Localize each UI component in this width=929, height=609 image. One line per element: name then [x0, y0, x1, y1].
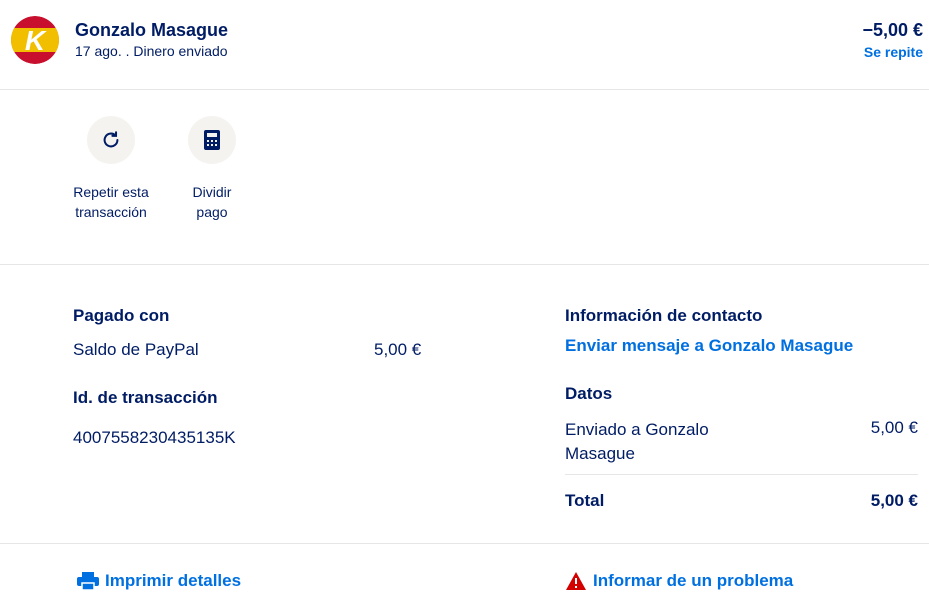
split-payment-button[interactable]: Dividir pago	[162, 116, 262, 222]
recurring-link[interactable]: Se repite	[864, 44, 923, 60]
paid-with-heading: Pagado con	[73, 306, 170, 325]
warning-icon	[565, 572, 587, 590]
report-problem-link[interactable]: Informar de un problema	[565, 571, 793, 591]
refresh-icon	[87, 116, 135, 164]
sent-to-label: Enviado a Gonzalo Masague	[565, 420, 709, 463]
print-details-link[interactable]: Imprimir detalles	[77, 571, 241, 591]
transaction-amount: −5,00 €	[862, 20, 923, 40]
divider	[565, 474, 918, 475]
sent-to-amount: 5,00 €	[870, 418, 918, 437]
transaction-date-type: 17 ago. . Dinero enviado	[75, 43, 228, 59]
split-payment-label: Dividir pago	[192, 184, 232, 220]
payment-method-amount: 5,00 €	[374, 340, 422, 359]
print-details-label: Imprimir detalles	[105, 571, 242, 590]
total-label: Total	[565, 491, 605, 510]
send-message-link[interactable]: Enviar mensaje a Gonzalo Masague	[565, 336, 853, 356]
transaction-header: K Gonzalo Masague 17 ago. . Dinero envia…	[0, 0, 929, 90]
avatar-letter: K	[25, 25, 47, 56]
recipient-name: Gonzalo Masague	[75, 20, 229, 40]
transaction-id-heading: Id. de transacción	[73, 388, 218, 407]
transaction-id-value: 4007558230435135K	[73, 428, 236, 447]
avatar: K	[11, 16, 59, 64]
report-problem-label: Informar de un problema	[593, 571, 794, 590]
contact-info-heading: Información de contacto	[565, 306, 763, 325]
transaction-details: Pagado con Saldo de PayPal 5,00 € Id. de…	[0, 266, 929, 544]
total-amount: 5,00 €	[870, 491, 918, 510]
printer-icon	[77, 572, 99, 590]
payment-method: Saldo de PayPal	[73, 340, 199, 359]
repeat-transaction-label: Repetir esta transacción	[73, 184, 149, 220]
data-heading: Datos	[565, 384, 613, 403]
calculator-icon	[188, 116, 236, 164]
repeat-transaction-button[interactable]: Repetir esta transacción	[61, 116, 161, 222]
actions-row: Repetir esta transacción Dividir pago	[0, 91, 929, 265]
